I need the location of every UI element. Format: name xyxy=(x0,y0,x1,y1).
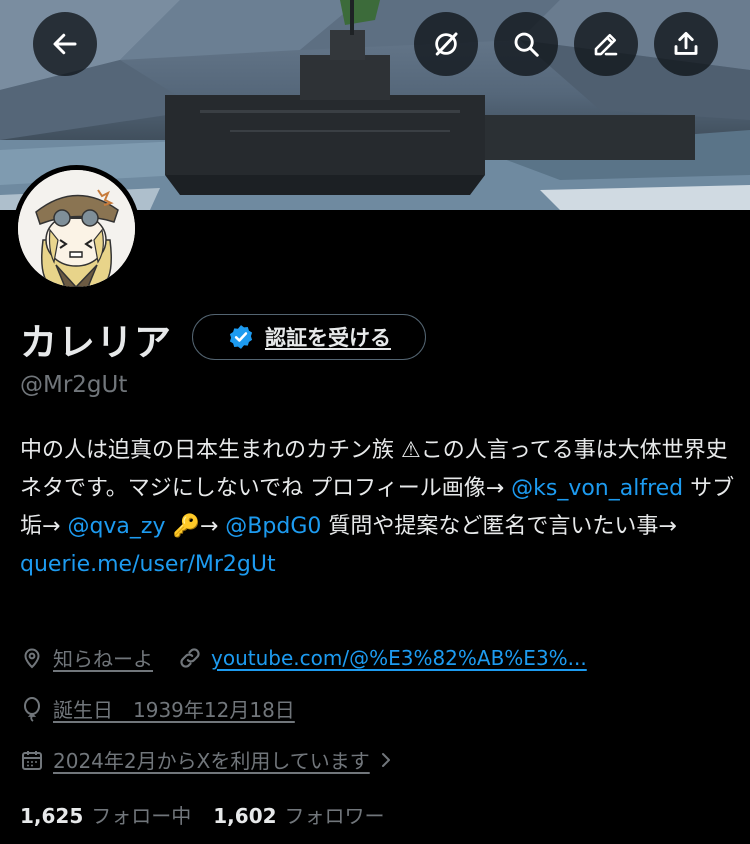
display-name: カレリア xyxy=(20,321,172,364)
link-icon xyxy=(180,647,200,668)
followers-count: 1,602 xyxy=(213,804,277,828)
website-link[interactable]: youtube.com/@%E3%82%AB%E3%... xyxy=(211,646,587,670)
avatar-image xyxy=(18,170,135,287)
bio-link[interactable]: querie.me/user/Mr2gUt xyxy=(20,552,276,577)
get-verified-button[interactable]: 認証を受ける xyxy=(192,314,426,360)
back-button[interactable] xyxy=(33,12,97,76)
bio-text: 質問や提案など匿名で言いたい事→ xyxy=(321,514,677,539)
profile-bio: 中の人は迫真の日本生まれのカチン族 ⚠この人言ってる事は大体世界史ネタです。マジ… xyxy=(20,432,735,584)
joined-row[interactable]: 2024年2月からXを利用しています xyxy=(20,745,396,774)
calendar-icon xyxy=(22,750,42,770)
location-pin-icon xyxy=(24,648,40,668)
birthday-row: 誕生日 1939年12月18日 xyxy=(20,694,295,723)
avatar[interactable] xyxy=(13,165,140,292)
bio-text: 🔑→ xyxy=(165,514,226,539)
edit-button[interactable] xyxy=(574,12,638,76)
grok-icon xyxy=(435,32,458,56)
back-icon xyxy=(53,33,77,55)
balloon-icon xyxy=(24,696,40,722)
bio-link[interactable]: @BpdG0 xyxy=(225,514,321,539)
following-link[interactable]: 1,625 フォロー中 xyxy=(20,800,191,829)
verified-badge-icon xyxy=(229,325,253,349)
following-count: 1,625 xyxy=(20,804,84,828)
chevron-right-icon xyxy=(381,752,390,767)
bio-link[interactable]: @qva_zy xyxy=(67,514,165,539)
joined-text: 2024年2月からXを利用しています xyxy=(53,749,370,773)
search-button[interactable] xyxy=(494,12,558,76)
get-verified-label: 認証を受ける xyxy=(265,326,391,350)
bio-link[interactable]: @ks_von_alfred xyxy=(511,476,683,501)
following-label: フォロー中 xyxy=(91,804,192,828)
followers-link[interactable]: 1,602 フォロワー xyxy=(213,800,384,829)
edit-icon xyxy=(594,33,618,56)
followers-label: フォロワー xyxy=(284,804,385,828)
grok-button[interactable] xyxy=(414,12,478,76)
birthday-text: 誕生日 1939年12月18日 xyxy=(53,698,295,722)
share-button[interactable] xyxy=(654,12,718,76)
follow-stats: 1,625 フォロー中 1,602 フォロワー xyxy=(20,800,385,829)
user-handle: @Mr2gUt xyxy=(20,372,128,398)
location-text: 知らねーよ xyxy=(53,647,153,671)
share-icon xyxy=(674,31,698,55)
search-icon xyxy=(514,32,539,57)
location-website-row: 知らねーよ youtube.com/@%E3%82%AB%E3%... xyxy=(20,643,587,672)
